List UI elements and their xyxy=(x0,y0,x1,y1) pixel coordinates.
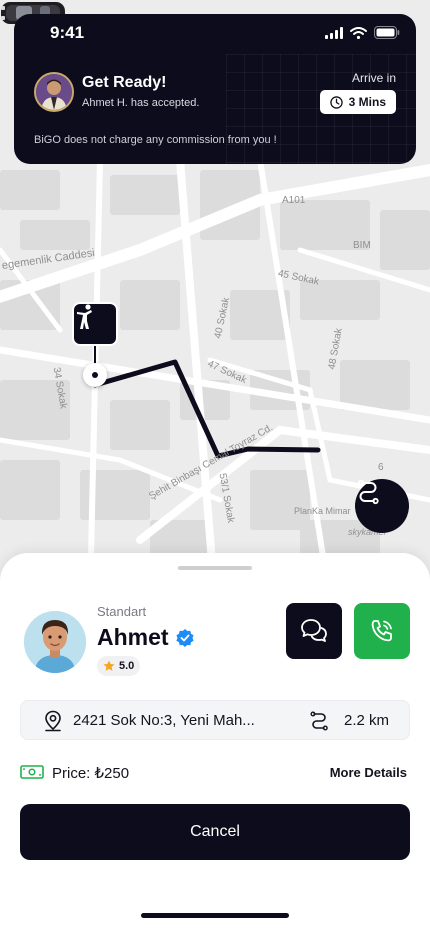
cash-icon xyxy=(20,765,44,779)
status-icons xyxy=(325,26,400,39)
route-distance: 2.2 km xyxy=(343,712,389,729)
call-button[interactable] xyxy=(354,603,410,659)
pickup-dot xyxy=(83,363,107,387)
driver-bottom-sheet: Standart Ahmet 5.0 2421 Sok No:3, Yeni M… xyxy=(0,553,430,932)
more-details-link[interactable]: More Details xyxy=(330,765,407,780)
place-label: PlanKa Mimar xyxy=(294,506,351,516)
place-label: BIM xyxy=(353,240,371,251)
arrive-label: Arrive in xyxy=(351,71,396,85)
route-icon xyxy=(357,479,379,505)
verified-icon xyxy=(175,628,194,647)
route-button[interactable] xyxy=(355,479,409,533)
wifi-icon xyxy=(350,26,367,39)
route-icon xyxy=(310,711,328,731)
signal-icon xyxy=(325,26,343,39)
price-row: Price: ₺250 More Details xyxy=(20,763,410,783)
arrive-time-value: 3 Mins xyxy=(348,95,386,109)
driver-rating-badge: 5.0 xyxy=(97,656,141,676)
star-icon xyxy=(103,660,115,671)
person-icon xyxy=(77,304,92,329)
pickup-pin[interactable] xyxy=(72,302,118,346)
cancel-button[interactable]: Cancel xyxy=(20,804,410,860)
notification-title: Get Ready! xyxy=(82,74,167,91)
location-pin-icon xyxy=(45,710,61,732)
ride-class: Standart xyxy=(97,604,147,619)
avatar-image xyxy=(36,74,72,110)
street-label: 6 xyxy=(378,462,384,473)
notification-subtitle: Ahmet H. has accepted. xyxy=(82,97,200,109)
clock-icon xyxy=(329,95,343,109)
chat-icon xyxy=(301,619,327,642)
driver-name: Ahmet xyxy=(97,624,169,650)
status-time: 9:41 xyxy=(50,23,85,42)
place-label: A101 xyxy=(282,195,306,206)
phone-icon xyxy=(371,620,392,642)
ride-price: Price: ₺250 xyxy=(52,765,130,782)
chat-button[interactable] xyxy=(286,603,342,659)
route-summary[interactable]: 2421 Sok No:3, Yeni Mah... 2.2 km xyxy=(20,700,410,740)
driver-rating: 5.0 xyxy=(119,660,135,672)
battery-icon xyxy=(374,26,400,39)
driver-avatar xyxy=(24,611,86,673)
home-indicator xyxy=(141,913,289,918)
driver-avatar-small xyxy=(34,72,74,112)
avatar-image xyxy=(24,611,86,673)
destination-address: 2421 Sok No:3, Yeni Mah... xyxy=(73,712,255,729)
commission-note: BiGO does not charge any commission from… xyxy=(34,134,277,146)
driver-accepted-notification[interactable]: 9:41 Get Ready! Ahmet H. has accepted. A… xyxy=(14,14,416,164)
driver-name-row: Ahmet xyxy=(97,624,195,651)
sheet-grabber[interactable] xyxy=(178,566,252,570)
arrive-time-badge: 3 Mins xyxy=(319,90,396,114)
